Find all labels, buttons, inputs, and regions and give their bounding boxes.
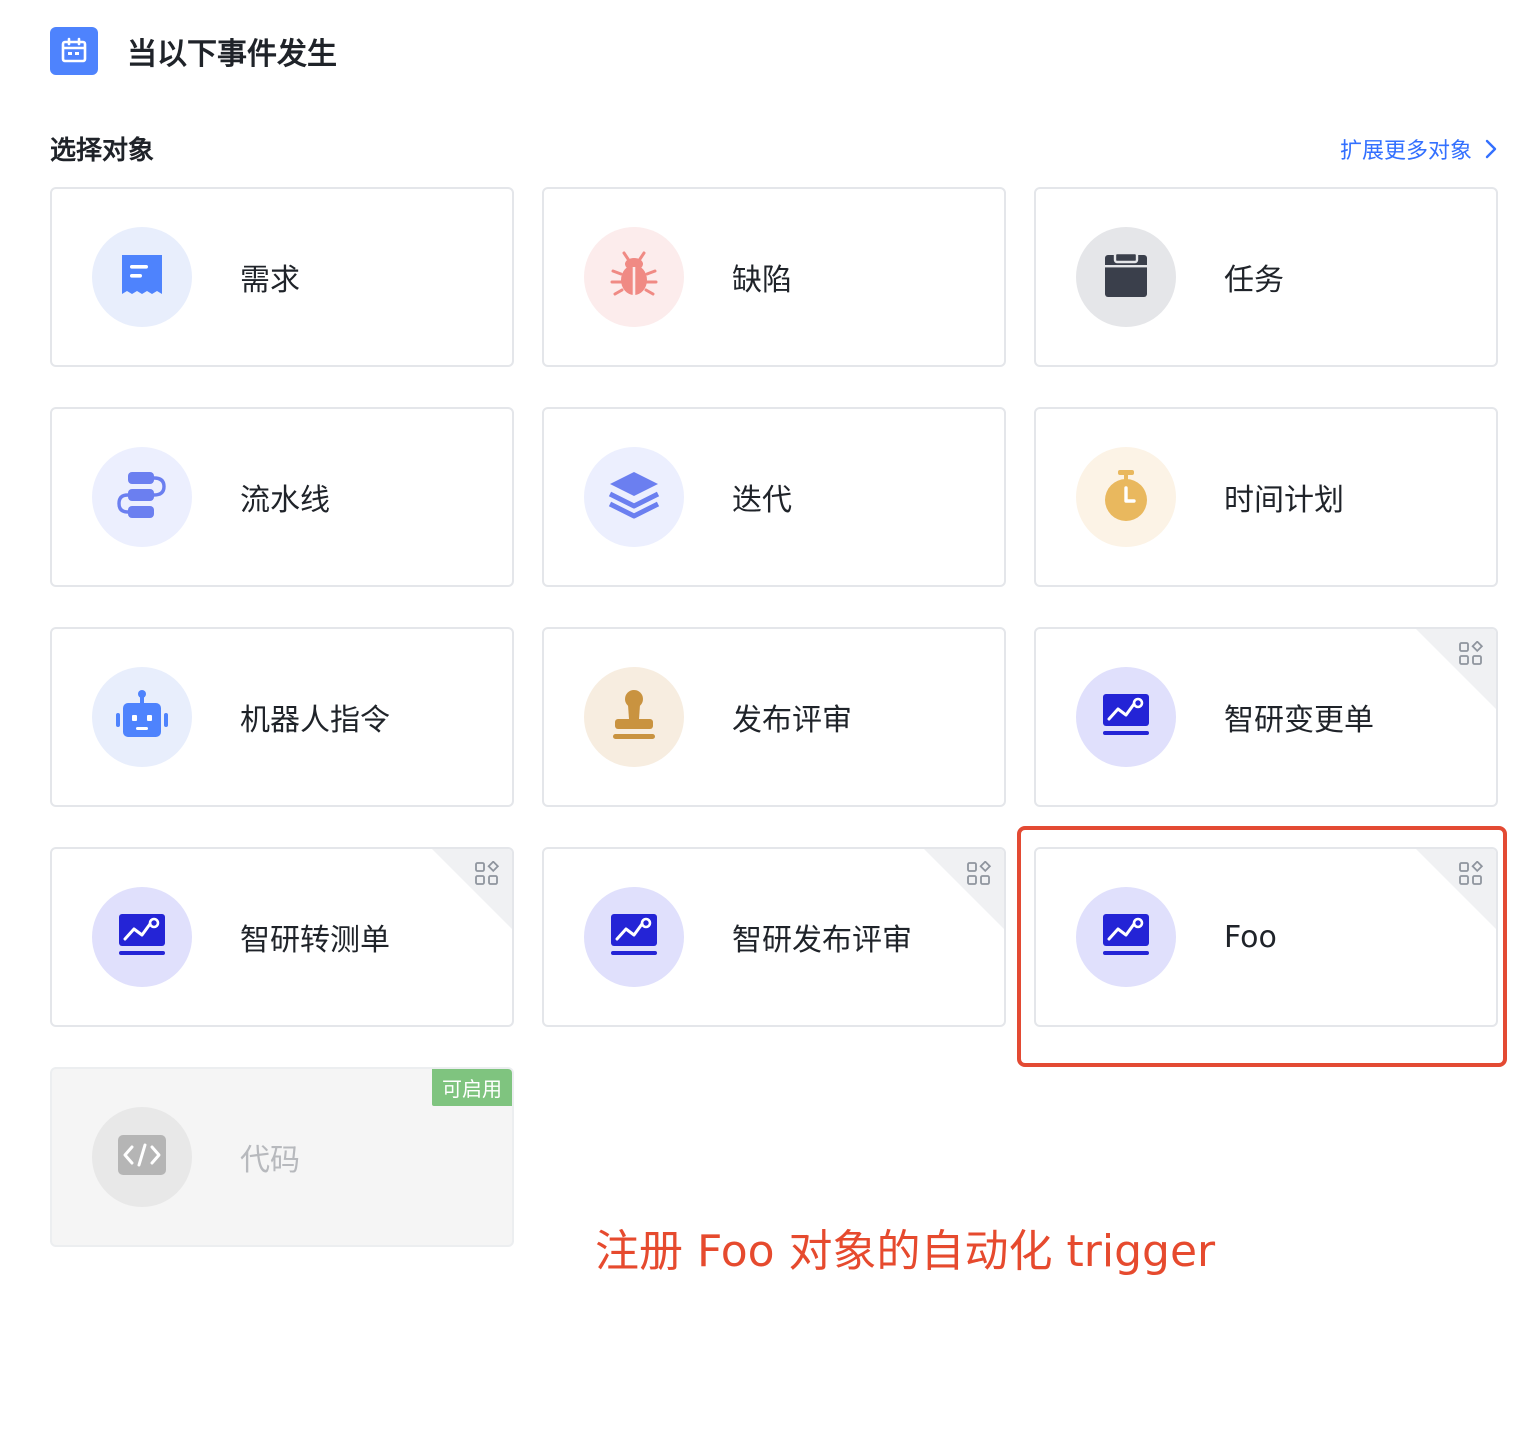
object-card-change-order[interactable]: 智研变更单 xyxy=(1034,627,1498,807)
chart-board-icon xyxy=(1100,911,1152,963)
object-grid: 需求 缺陷 任务 流水线 迭代 时间计划 机器人指令 发布评审 智研变更单 智研… xyxy=(50,187,1498,1247)
object-card-task[interactable]: 任务 xyxy=(1034,187,1498,367)
apps-icon xyxy=(474,860,500,891)
apps-icon xyxy=(1458,640,1484,671)
card-corner xyxy=(1416,629,1496,709)
object-card-release-review[interactable]: 发布评审 xyxy=(542,627,1006,807)
task-icon-circle xyxy=(1076,227,1176,327)
release-review-icon-circle xyxy=(584,667,684,767)
object-card-time-plan[interactable]: 时间计划 xyxy=(1034,407,1498,587)
code-icon xyxy=(116,1133,168,1181)
card-label: 时间计划 xyxy=(1224,483,1344,518)
bug-icon-circle xyxy=(584,227,684,327)
object-card-foo[interactable]: Foo xyxy=(1034,847,1498,1027)
card-corner xyxy=(1416,849,1496,929)
pipeline-icon xyxy=(116,469,168,525)
card-corner xyxy=(924,849,1004,929)
object-card-iteration[interactable]: 迭代 xyxy=(542,407,1006,587)
card-label: 代码 xyxy=(240,1143,300,1178)
card-label: 任务 xyxy=(1224,263,1284,298)
document-icon xyxy=(119,252,165,302)
stamp-icon xyxy=(609,688,659,746)
iteration-icon-circle xyxy=(584,447,684,547)
card-label: 智研发布评审 xyxy=(732,923,912,958)
object-card-bug[interactable]: 缺陷 xyxy=(542,187,1006,367)
layers-icon xyxy=(607,468,661,526)
card-corner xyxy=(432,849,512,929)
object-card-test-transfer[interactable]: 智研转测单 xyxy=(50,847,514,1027)
card-label: 智研变更单 xyxy=(1224,703,1374,738)
object-card-code[interactable]: 可启用 代码 xyxy=(50,1067,514,1247)
foo-icon-circle xyxy=(1076,887,1176,987)
time-plan-icon-circle xyxy=(1076,447,1176,547)
object-card-release-review-zhiyan[interactable]: 智研发布评审 xyxy=(542,847,1006,1027)
section-label: 选择对象 xyxy=(50,136,155,166)
card-label: 机器人指令 xyxy=(240,703,390,738)
page-title: 当以下事件发生 xyxy=(127,37,337,72)
enable-badge: 可启用 xyxy=(432,1069,512,1106)
page-header: 当以下事件发生 xyxy=(50,27,337,75)
more-link-label: 扩展更多对象 xyxy=(1339,139,1472,164)
chevron-right-icon xyxy=(1484,138,1498,160)
release-review-zhiyan-icon-circle xyxy=(584,887,684,987)
change-order-icon-circle xyxy=(1076,667,1176,767)
card-label: 流水线 xyxy=(240,483,330,518)
robot-icon-circle xyxy=(92,667,192,767)
card-label: 迭代 xyxy=(732,483,792,518)
requirement-icon-circle xyxy=(92,227,192,327)
apps-icon xyxy=(966,860,992,891)
bug-icon xyxy=(608,249,660,305)
code-icon-circle xyxy=(92,1107,192,1207)
pipeline-icon-circle xyxy=(92,447,192,547)
chart-board-icon xyxy=(116,911,168,963)
apps-icon xyxy=(1458,860,1484,891)
annotation-text: 注册 Foo 对象的自动化 trigger xyxy=(595,1226,1216,1277)
robot-icon xyxy=(114,689,170,745)
chart-board-icon xyxy=(608,911,660,963)
task-icon xyxy=(1102,251,1150,303)
object-card-pipeline[interactable]: 流水线 xyxy=(50,407,514,587)
card-label: 智研转测单 xyxy=(240,923,390,958)
card-label: 发布评审 xyxy=(732,703,852,738)
card-label: 缺陷 xyxy=(732,263,792,298)
timer-icon xyxy=(1102,468,1150,526)
test-transfer-icon-circle xyxy=(92,887,192,987)
card-label: Foo xyxy=(1224,919,1277,955)
expand-more-objects-link[interactable]: 扩展更多对象 xyxy=(1340,133,1498,165)
chart-board-icon xyxy=(1100,691,1152,743)
object-card-robot-command[interactable]: 机器人指令 xyxy=(50,627,514,807)
card-label: 需求 xyxy=(240,263,300,298)
calendar-icon xyxy=(50,27,98,75)
object-card-requirement[interactable]: 需求 xyxy=(50,187,514,367)
